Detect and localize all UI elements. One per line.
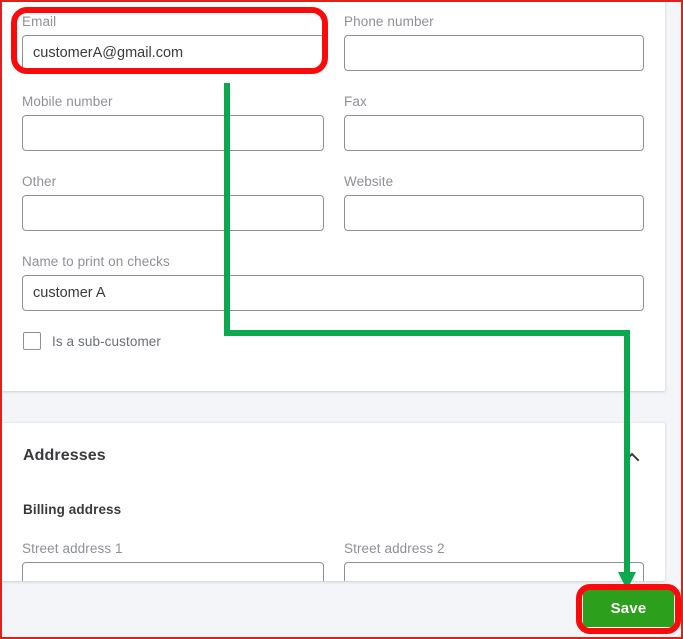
addresses-section-title: Addresses [23,447,106,464]
mobile-number-label: Mobile number [22,94,113,109]
street-address-2-field: Street address 2 [344,541,644,581]
fax-field: Fax [344,94,644,151]
print-on-checks-input[interactable] [22,275,644,311]
fax-input[interactable] [344,115,644,151]
website-label: Website [344,174,394,189]
is-sub-customer-row[interactable]: Is a sub-customer [23,332,161,350]
chevron-up-icon[interactable] [622,447,642,467]
street-address-1-field: Street address 1 [22,541,324,581]
other-label: Other [22,174,57,189]
save-button[interactable]: Save [583,590,674,627]
phone-number-input[interactable] [344,35,644,71]
customer-edit-form-screen: Email Phone number Mobile number Fax Oth… [0,0,683,639]
street-address-1-label: Street address 1 [22,541,123,556]
website-input[interactable] [344,195,644,231]
print-on-checks-label: Name to print on checks [22,254,170,269]
is-sub-customer-checkbox[interactable] [23,332,41,350]
print-on-checks-field: Name to print on checks [22,254,644,311]
is-sub-customer-label: Is a sub-customer [52,333,161,349]
billing-address-subtitle: Billing address [23,502,122,517]
mobile-number-field: Mobile number [22,94,324,151]
fax-label: Fax [344,94,367,109]
email-field: Email [22,14,324,71]
phone-number-label: Phone number [344,14,434,29]
website-field: Website [344,174,644,231]
street-address-2-input[interactable] [344,562,644,581]
email-label: Email [22,14,57,29]
street-address-1-input[interactable] [22,562,324,581]
contact-info-card: Email Phone number Mobile number Fax Oth… [0,0,665,391]
other-field: Other [22,174,324,231]
street-address-2-label: Street address 2 [344,541,445,556]
addresses-card: Addresses Billing address Street address… [0,423,665,581]
mobile-number-input[interactable] [22,115,324,151]
email-input[interactable] [22,35,324,71]
phone-number-field: Phone number [344,14,644,71]
other-input[interactable] [22,195,324,231]
